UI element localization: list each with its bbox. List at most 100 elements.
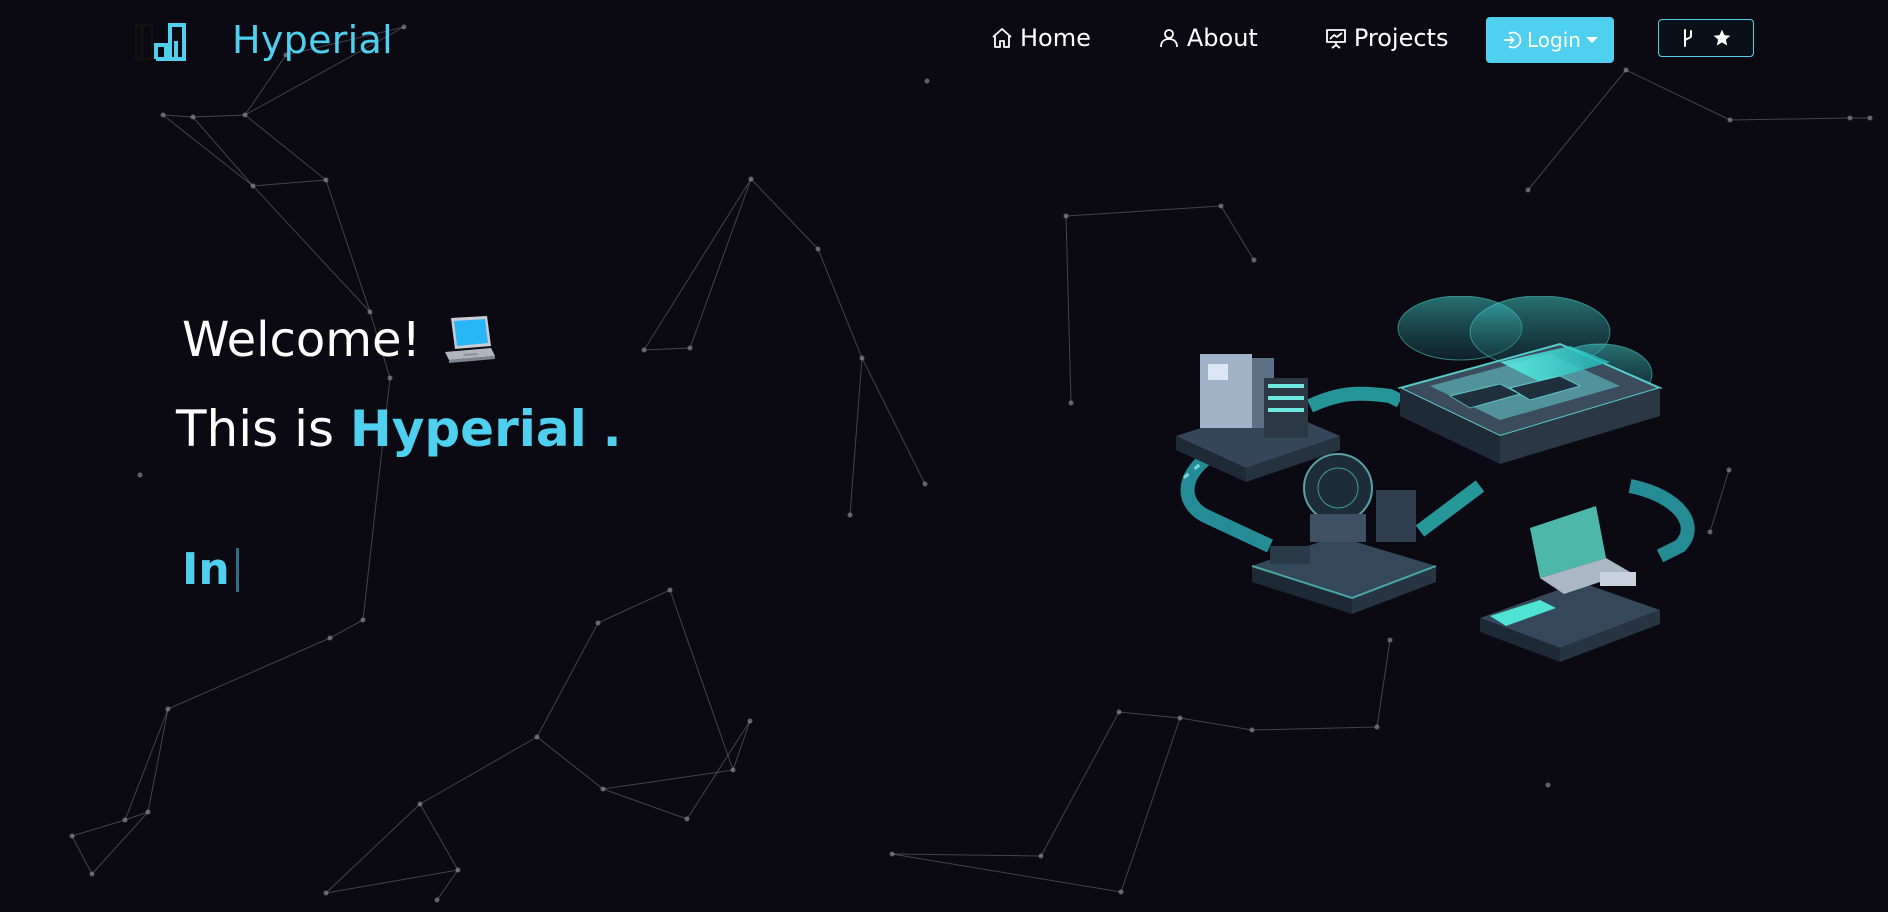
typing-cursor [235,547,239,592]
particle-link [689,178,752,349]
particle-node [242,112,248,118]
particle-link [124,708,169,821]
typewriter-text: In [182,544,239,595]
particle-link [536,622,599,738]
home-icon [992,28,1012,48]
particle-link [849,357,863,516]
nav-projects[interactable]: Projects [1324,20,1449,56]
particle-link [597,589,671,624]
nav-about[interactable]: About [1157,20,1258,56]
particle-node [1118,889,1124,895]
welcome-text: Welcome! [182,312,421,368]
particle-link [436,869,459,901]
particle-link [1065,215,1072,404]
particle-node [595,620,601,626]
nav-about-label: About [1186,24,1258,52]
particle-node [1068,400,1074,406]
particle-link [817,248,863,359]
particle-node [145,809,151,815]
particle-node [1374,724,1380,730]
star-icon [1713,29,1731,46]
particle-link [147,708,169,813]
brand-name: Hyperial [232,18,393,62]
particle-node [387,375,393,381]
login-dropdown-button[interactable]: Login [1486,17,1614,63]
particle-node [1251,257,1257,263]
particle-link [71,835,93,875]
particle-node [859,355,865,361]
particle-link [861,357,926,485]
particle-link [602,769,734,790]
nav-projects-label: Projects [1353,24,1449,52]
particle-node [323,890,329,896]
particle-node [160,112,166,118]
particle-link [1527,69,1627,191]
user-icon [1159,29,1178,48]
navbar: Hyperial Home About Projects Login [0,0,1888,80]
particle-node [922,481,928,487]
particle-node [747,718,753,724]
particle-node [1249,727,1255,733]
particle-link [536,736,604,790]
particle-link [1220,205,1255,261]
page: Hyperial Home About Projects Login Welco… [0,0,1888,912]
particle-node [1545,782,1551,788]
particle-node [534,734,540,740]
particle-node [1038,853,1044,859]
intro-name: Hyperial [349,400,587,458]
particle-node [1177,715,1183,721]
particle-link [252,185,371,313]
particle-link [602,788,688,820]
particle-link [1251,726,1378,731]
particle-node [1218,203,1224,209]
login-icon [1503,31,1522,49]
particle-link [1065,205,1222,217]
particle-link [1179,717,1253,731]
particle-link [686,720,751,820]
particle-node [434,897,440,903]
particle-link [1729,117,1851,121]
particle-link [419,736,538,805]
particle-link [71,819,126,837]
particle-node [1867,115,1873,121]
particle-link [162,114,194,118]
particle-link [1040,711,1120,857]
particle-node [748,176,754,182]
building-chart-icon [134,19,200,61]
laptop-icon [441,312,497,368]
particle-link [732,720,751,771]
particle-link [325,869,459,894]
particle-node [323,177,329,183]
welcome-heading: Welcome! [182,312,497,368]
particle-node [1525,187,1531,193]
nav-home-label: Home [1020,24,1091,52]
particle-node [1727,117,1733,123]
particle-node [89,871,95,877]
particle-link [1118,711,1181,719]
intro-heading: This is Hyperial . [176,400,622,458]
particle-link [750,178,819,250]
particle-link [244,114,327,181]
particle-link [643,178,752,351]
particle-link [167,637,331,710]
particle-node [641,347,647,353]
particle-link [325,803,421,894]
particle-link [325,179,371,313]
particle-node [684,816,690,822]
particle-node [455,867,461,873]
particle-node [250,183,256,189]
particle-node [889,851,895,857]
nav-home[interactable]: Home [990,20,1091,56]
brand-link[interactable]: Hyperial [134,18,393,62]
particle-node [327,635,333,641]
particle-link [252,179,327,187]
particle-node [1726,467,1732,473]
presentation-icon [1325,29,1346,49]
typed-text: In [182,544,230,595]
particle-link [162,114,254,187]
particle-link [669,589,734,771]
github-repo-button[interactable] [1658,19,1754,57]
particle-link [329,619,364,639]
intro-prefix: This is [176,400,335,458]
particle-link [891,853,1122,893]
